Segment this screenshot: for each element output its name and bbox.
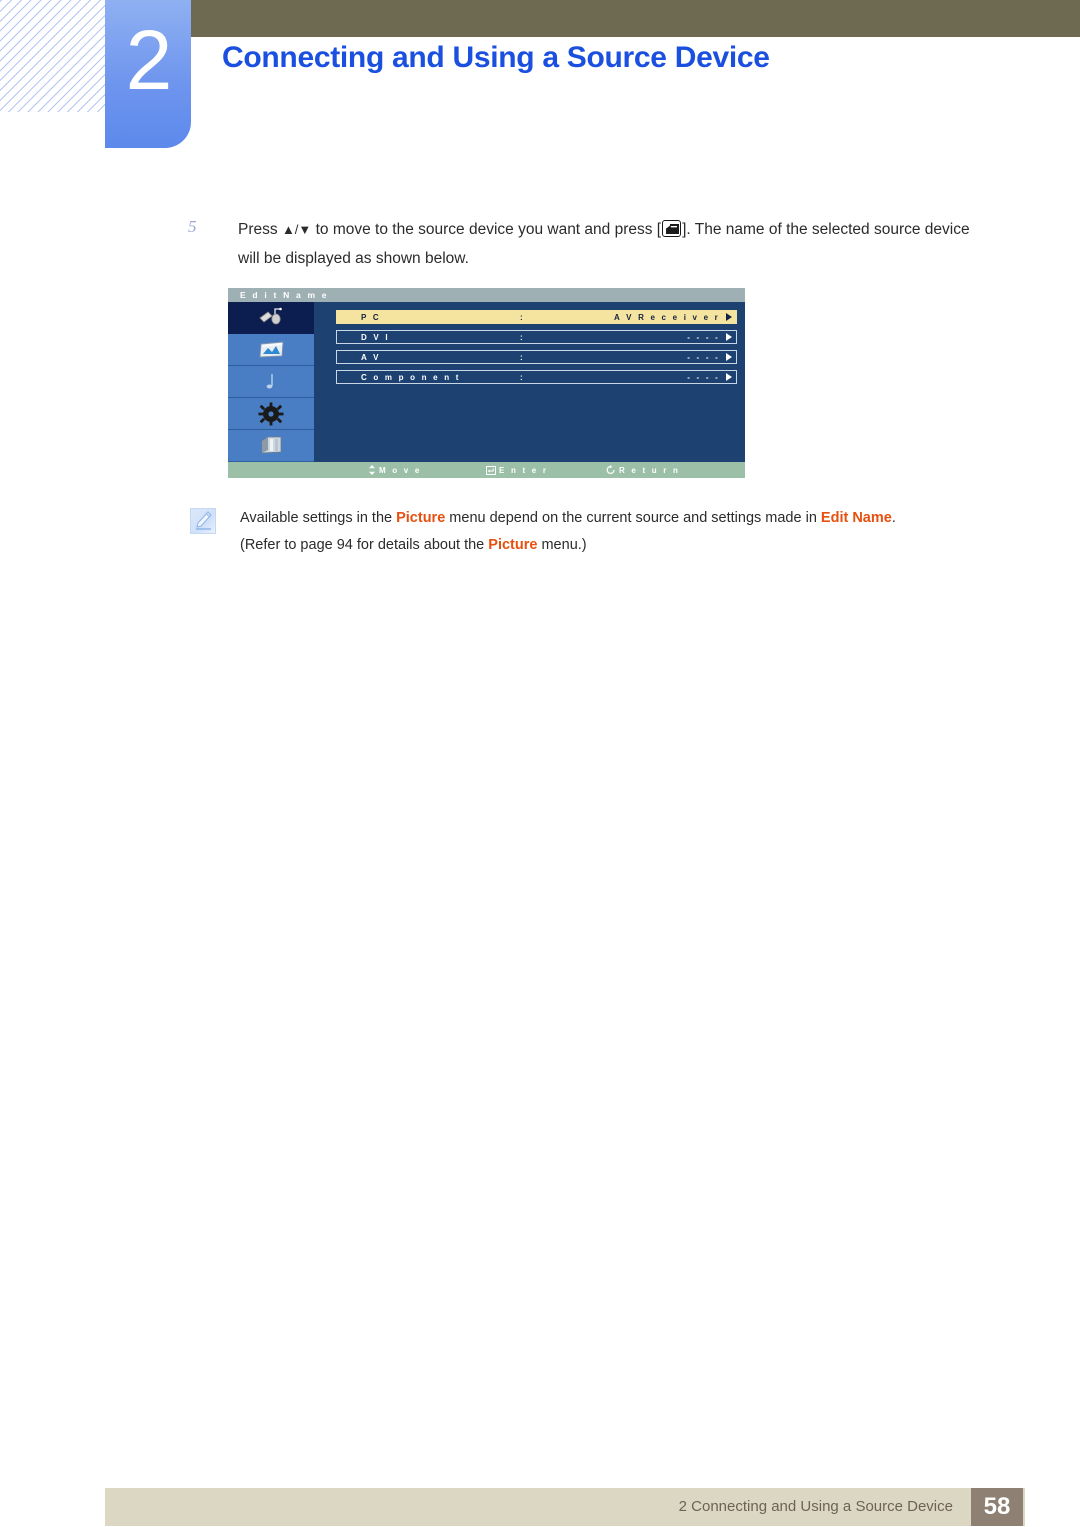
osd-footer-bar: M o v e E n t e r R e t u r n	[228, 462, 745, 478]
osd-footer-label: R e t u r n	[619, 465, 681, 475]
chapter-number: 2	[125, 13, 173, 107]
sound-icon	[266, 373, 273, 388]
osd-row-value: - - - -	[687, 332, 720, 342]
note-line1-part1: Available settings in the	[240, 510, 397, 526]
osd-sidebar-item-sound[interactable]	[228, 366, 314, 398]
osd-footer-return: R e t u r n	[606, 465, 680, 475]
note-line1-part2: menu depend on the current source and se…	[445, 510, 821, 526]
osd-footer-label: M o v e	[379, 465, 422, 475]
osd-sidebar-item-input[interactable]	[228, 302, 314, 334]
osd-sidebar	[228, 302, 316, 462]
page-footer: 2 Connecting and Using a Source Device 5…	[105, 1488, 1025, 1526]
chevron-right-icon	[726, 373, 732, 381]
chevron-right-icon	[726, 313, 732, 321]
osd-row-label: P C	[361, 312, 381, 322]
pencil-note-icon	[190, 508, 216, 534]
step-text-part2: to move to the source device you want an…	[315, 221, 662, 238]
osd-row-pc[interactable]: P C : A V R e c e i v e r	[336, 310, 737, 324]
page-number: 58	[971, 1488, 1023, 1526]
osd-row-component[interactable]: C o m p o n e n t : - - - -	[336, 370, 737, 384]
chevron-right-icon	[726, 333, 732, 341]
step-text-part1: Press	[238, 221, 278, 238]
osd-sidebar-item-picture[interactable]	[228, 334, 314, 366]
osd-title: E d i t N a m e	[228, 288, 745, 302]
osd-footer-enter: E n t e r	[486, 465, 549, 475]
osd-row-value: A V R e c e i v e r	[614, 312, 720, 322]
osd-row-value: - - - -	[687, 372, 720, 382]
osd-row-colon: :	[520, 352, 525, 362]
note-line2-part1: (Refer to page 94 for details about the	[240, 537, 489, 553]
pencil-icon-glyph	[196, 511, 212, 530]
note-line1-part3: .	[891, 510, 896, 526]
page-title: Connecting and Using a Source Device	[222, 41, 770, 74]
osd-row-colon: :	[520, 372, 525, 382]
enter-key-icon	[662, 220, 682, 237]
osd-row-colon: :	[520, 312, 525, 322]
step-text: Press ▲/▼ to move to the source device y…	[238, 215, 988, 273]
picture-icon	[259, 341, 284, 357]
corner-hatch-decoration	[0, 0, 108, 112]
note-block: Available settings in the Picture menu d…	[190, 505, 1010, 559]
return-icon	[606, 465, 615, 474]
step-number: 5	[188, 217, 197, 236]
multi-control-icon	[261, 436, 282, 453]
note-line2-part2: menu.)	[537, 537, 587, 553]
note-line1-highlight-editname: Edit Name	[820, 510, 892, 526]
osd-sidebar-item-multi-control[interactable]	[228, 430, 314, 462]
footer-chapter-label: 2 Connecting and Using a Source Device	[678, 1498, 953, 1515]
input-source-icon	[259, 307, 282, 324]
osd-row-colon: :	[520, 332, 525, 342]
setup-gear-icon	[258, 402, 284, 425]
osd-row-dvi[interactable]: D V I : - - - -	[336, 330, 737, 344]
chapter-number-tab: 2	[105, 0, 191, 148]
osd-row-label: D V I	[361, 332, 390, 342]
note-line1-highlight-picture: Picture	[396, 510, 446, 526]
note-line2-highlight-picture: Picture	[488, 537, 538, 553]
osd-sidebar-item-setup[interactable]	[228, 398, 314, 430]
osd-row-label: C o m p o n e n t	[361, 372, 461, 382]
note-text: Available settings in the Picture menu d…	[240, 505, 1010, 559]
osd-footer-label: E n t e r	[499, 465, 549, 475]
header-olive-bar	[190, 0, 1080, 37]
updown-arrows-glyph: ▲/▼	[281, 222, 312, 237]
osd-screenshot: E d i t N a m e P C: A V R e c e i v e …	[228, 288, 745, 478]
osd-row-av[interactable]: A V : - - - -	[336, 350, 737, 364]
enter-icon	[486, 465, 496, 475]
osd-row-value: - - - -	[687, 352, 720, 362]
move-updown-icon	[369, 465, 375, 475]
osd-row-label: A V	[361, 352, 381, 362]
chevron-right-icon	[726, 353, 732, 361]
osd-menu-rows: P C : A V R e c e i v e r D V I : - - - …	[318, 302, 745, 462]
step-block: 5 Press ▲/▼ to move to the source device…	[188, 215, 988, 273]
osd-footer-move: M o v e	[368, 465, 422, 475]
